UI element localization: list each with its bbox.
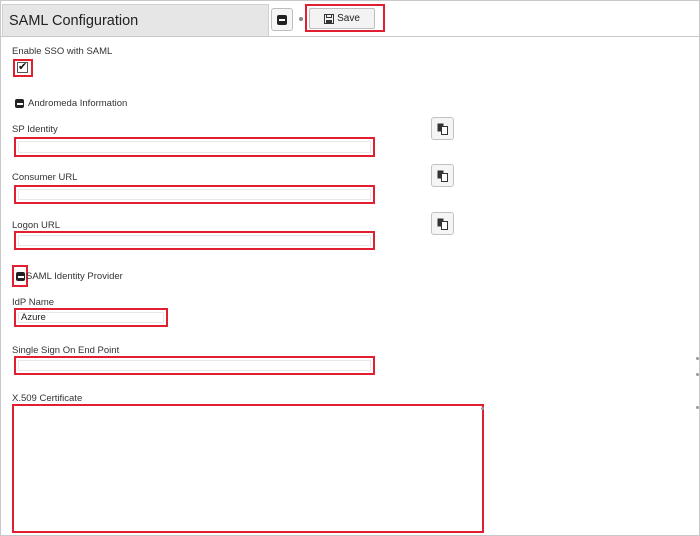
header-divider (1, 36, 699, 37)
certificate-label: X.509 Certificate (12, 393, 83, 404)
scroll-indicator (696, 357, 699, 360)
logon-url-label: Logon URL (12, 220, 61, 231)
sso-endpoint-label: Single Sign On End Point (12, 345, 120, 356)
sp-identity-field[interactable] (14, 137, 375, 157)
copy-logon-url-button[interactable] (431, 212, 454, 235)
minus-square-icon (16, 272, 25, 281)
saml-idp-section-label: SAML Identity Provider (26, 271, 123, 282)
title-bar: SAML Configuration (2, 4, 269, 37)
saml-config-panel: SAML Configuration Save Enable SSO with … (0, 0, 700, 536)
copy-clipboard-icon (437, 170, 448, 182)
copy-sp-identity-button[interactable] (431, 117, 454, 140)
enable-sso-checkbox[interactable]: ✔ (17, 62, 28, 73)
checkbox-check-icon: ✔ (18, 61, 28, 73)
enable-sso-label: Enable SSO with SAML (12, 46, 113, 57)
scroll-indicator (696, 373, 699, 376)
andromeda-section-label: Andromeda Information (28, 98, 128, 109)
idp-name-label: IdP Name (12, 297, 55, 308)
floppy-disk-icon (324, 13, 335, 24)
minus-square-icon (15, 99, 24, 108)
certificate-field[interactable] (12, 404, 484, 533)
copy-clipboard-icon (437, 123, 448, 135)
save-label: Save (337, 13, 360, 24)
logon-url-input[interactable] (18, 235, 371, 246)
logon-url-field[interactable] (14, 231, 375, 250)
copy-clipboard-icon (437, 218, 448, 230)
consumer-url-field[interactable] (14, 185, 375, 204)
sso-endpoint-input[interactable] (18, 360, 371, 371)
sp-identity-input[interactable] (18, 141, 371, 153)
consumer-url-input[interactable] (18, 189, 371, 200)
page-title: SAML Configuration (9, 13, 139, 29)
save-button[interactable]: Save (309, 8, 375, 29)
separator-dot (299, 17, 303, 21)
sso-endpoint-field[interactable] (14, 356, 375, 375)
consumer-url-label: Consumer URL (12, 172, 78, 183)
minus-square-icon (277, 15, 287, 25)
certificate-textarea[interactable] (16, 408, 480, 529)
copy-consumer-url-button[interactable] (431, 164, 454, 187)
saml-idp-section-header[interactable]: SAML Identity Provider (16, 271, 123, 282)
resize-handle[interactable] (481, 407, 484, 410)
scroll-indicator (696, 406, 699, 409)
collapse-panel-button[interactable] (271, 8, 293, 31)
andromeda-section-header[interactable]: Andromeda Information (15, 98, 127, 109)
sp-identity-label: SP Identity (12, 124, 58, 135)
idp-name-input[interactable] (18, 312, 164, 323)
idp-name-field[interactable] (14, 308, 168, 327)
